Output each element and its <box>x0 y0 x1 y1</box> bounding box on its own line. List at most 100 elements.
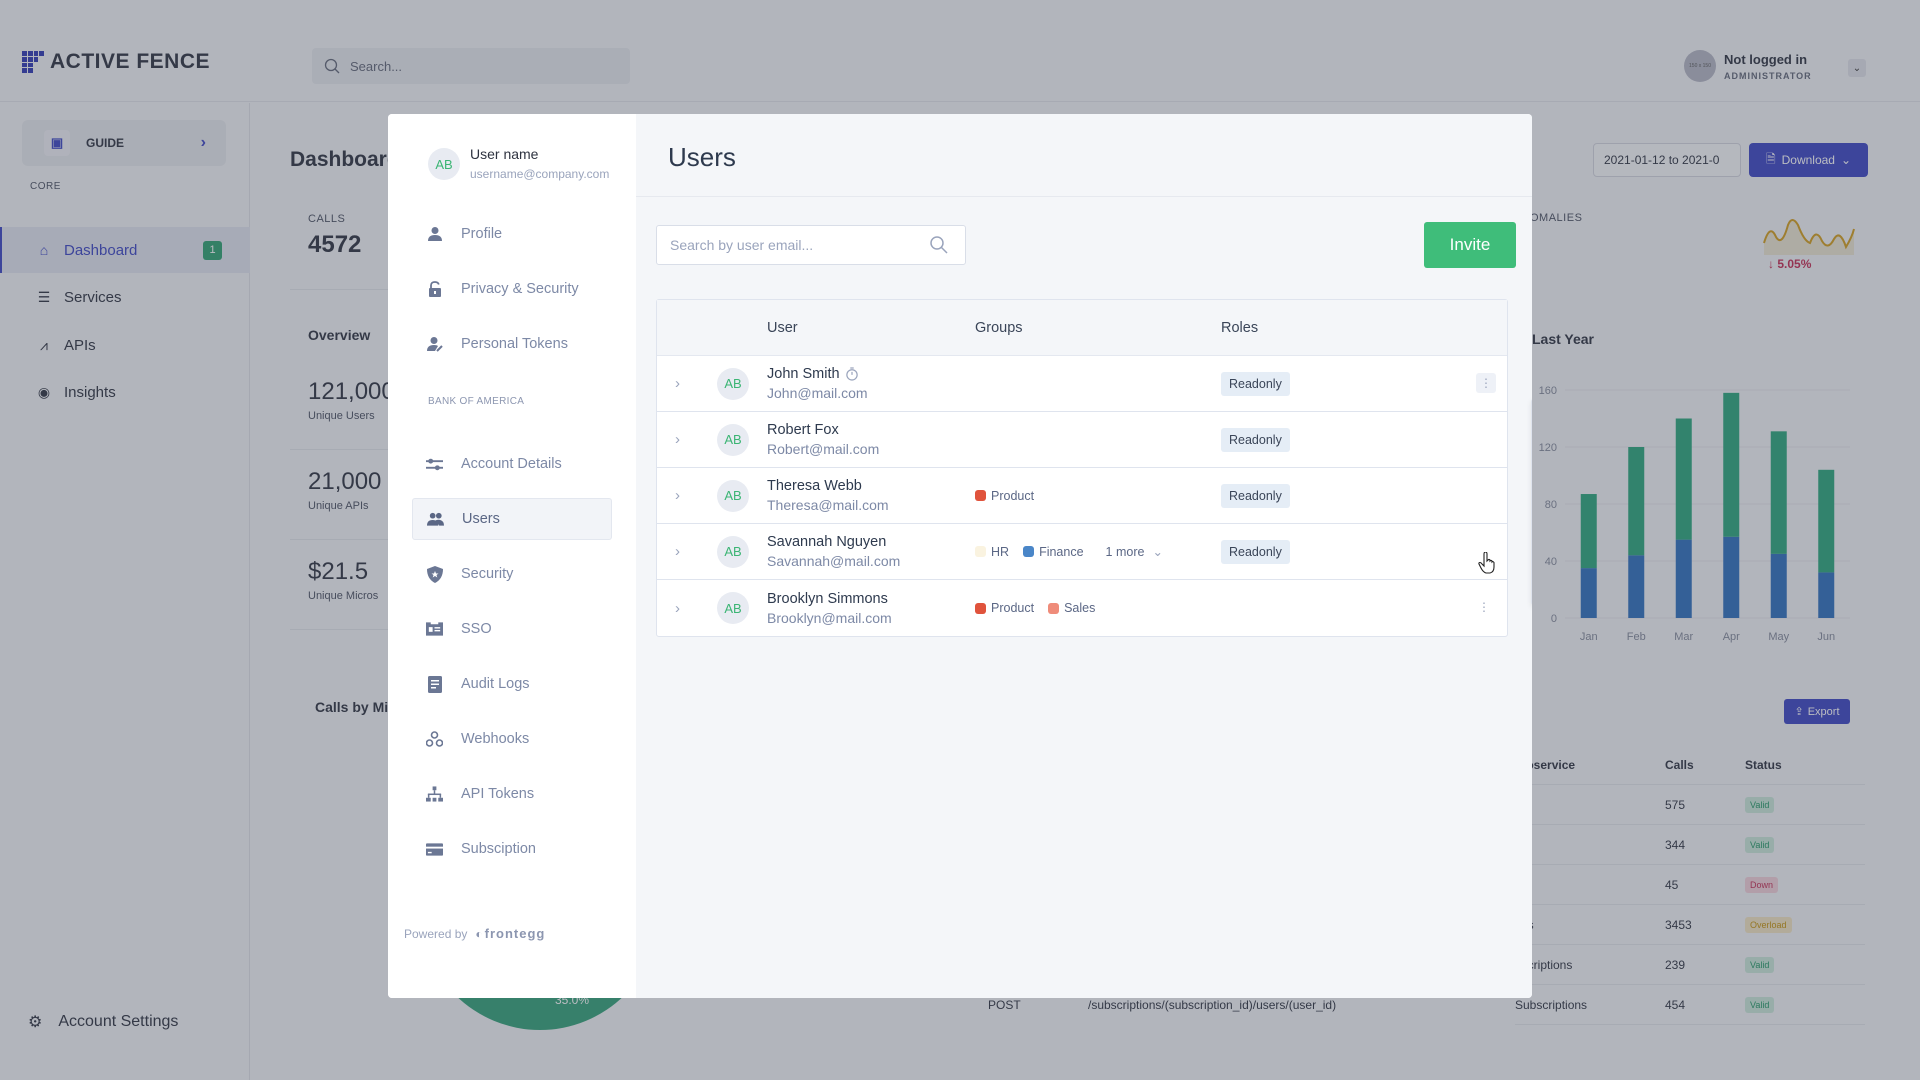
group-tag: Product <box>975 489 1034 503</box>
settings-nav-api-tokens[interactable]: API Tokens <box>412 773 612 815</box>
credit-card-icon <box>426 841 443 858</box>
settings-nav-personal-tokens[interactable]: Personal Tokens <box>412 323 612 365</box>
user-email: John@mail.com <box>767 385 868 401</box>
user-name: Theresa Webb <box>767 478 862 494</box>
table-header: User Groups Roles <box>657 300 1507 356</box>
hierarchy-icon <box>426 786 443 803</box>
group-tag: HR <box>975 545 1009 559</box>
settings-nav-privacy-security[interactable]: Privacy & Security <box>412 268 612 310</box>
settings-modal: AB User name username@company.com Profil… <box>388 114 1532 998</box>
group-color-dot <box>1048 602 1060 614</box>
sliders-icon <box>426 456 443 473</box>
nav-label: Personal Tokens <box>461 336 568 352</box>
table-row[interactable]: › AB Robert Fox Robert@mail.com Readonly <box>657 412 1507 468</box>
column-header-user: User <box>767 319 798 336</box>
table-row[interactable]: › AB Theresa Webb Theresa@mail.com Produc… <box>657 468 1507 524</box>
nav-label: Security <box>461 566 514 582</box>
user-email: username@company.com <box>470 167 610 181</box>
nav-label: Profile <box>461 226 503 242</box>
sso-icon <box>426 621 443 638</box>
users-table: User Groups Roles › AB John Smith John@ma… <box>656 299 1508 637</box>
powered-by-label: Powered by <box>404 926 468 941</box>
nav-label: Privacy & Security <box>461 281 579 297</box>
user-email: Brooklyn@mail.com <box>767 609 892 626</box>
avatar: AB <box>717 423 749 456</box>
role-badge: Readonly <box>1221 483 1290 508</box>
table-row[interactable]: › AB Savannah Nguyen Savannah@mail.com HR… <box>657 524 1507 580</box>
role-badge: Readonly <box>1221 427 1290 452</box>
user-email: Savannah@mail.com <box>767 553 901 569</box>
settings-nav-users[interactable]: Users <box>412 498 612 540</box>
settings-sidebar: AB User name username@company.com Profil… <box>388 114 636 998</box>
avatar: AB <box>717 592 749 624</box>
column-header-groups: Groups <box>975 319 1023 336</box>
row-actions-button[interactable]: ⋮ <box>1478 600 1490 614</box>
chevron-right-icon: › <box>675 431 680 448</box>
column-header-roles: Roles <box>1221 319 1259 336</box>
group-tag: Sales <box>1048 601 1095 615</box>
search-placeholder: Search by user email... <box>670 237 814 253</box>
nav-label: Webhooks <box>461 731 530 747</box>
avatar: AB <box>717 367 749 400</box>
lock-icon <box>426 281 443 298</box>
avatar: AB <box>717 479 749 512</box>
group-name: Product <box>991 488 1035 503</box>
roles-cell: Readonly <box>1221 539 1507 564</box>
more-groups-label: 1 more <box>1105 544 1145 559</box>
expand-row-button[interactable]: › <box>657 431 717 448</box>
more-vertical-icon: ⋮ <box>1480 376 1492 390</box>
chevron-right-icon: › <box>675 375 680 392</box>
powered-by: Powered by ◐ frontegg <box>404 926 545 941</box>
group-name: Finance <box>1039 544 1084 559</box>
user-name: Robert Fox <box>767 422 839 438</box>
table-row[interactable]: › AB John Smith John@mail.com Readonly ⋮ <box>657 356 1507 412</box>
expand-row-button[interactable]: › <box>657 543 717 560</box>
row-actions-button[interactable]: ⋮ <box>1476 373 1496 393</box>
settings-nav-subsciption[interactable]: Subsciption <box>412 828 612 870</box>
panel-title: Users <box>668 142 736 172</box>
chevron-right-icon: › <box>675 487 680 504</box>
group-color-dot <box>975 490 986 501</box>
group-color-dot <box>975 546 986 557</box>
nav-label: Audit Logs <box>461 676 530 692</box>
invite-button[interactable]: Invite <box>1424 222 1516 268</box>
webhook-icon <box>426 731 443 748</box>
group-name: Sales <box>1064 601 1096 615</box>
chevron-down-icon: ⌄ <box>1152 545 1163 559</box>
users-icon <box>427 511 444 528</box>
settings-nav-webhooks[interactable]: Webhooks <box>412 718 612 760</box>
expand-row-button[interactable]: › <box>657 487 717 504</box>
table-row[interactable]: › AB Brooklyn Simmons Brooklyn@mail.com P… <box>657 580 1507 636</box>
hand-cursor-icon <box>1478 552 1495 574</box>
group-tag: Finance <box>1023 544 1084 559</box>
document-icon <box>426 675 443 693</box>
chevron-right-icon: › <box>675 599 680 617</box>
user-name: John Smith <box>767 366 840 382</box>
nav-label: Account Details <box>461 456 562 472</box>
shield-icon <box>426 565 443 583</box>
divider <box>636 196 1532 197</box>
nav-label: API Tokens <box>461 786 535 802</box>
avatar: AB <box>717 535 749 568</box>
settings-nav-account-details[interactable]: Account Details <box>412 443 612 485</box>
chevron-right-icon: › <box>675 543 680 560</box>
more-vertical-icon: ⋮ <box>1478 600 1490 614</box>
user-search-input[interactable]: Search by user email... <box>656 225 966 265</box>
expand-row-button[interactable]: › <box>657 600 717 617</box>
groups-cell: Product <box>975 489 1221 503</box>
account-section-label: BANK OF AMERICA <box>428 396 525 407</box>
settings-nav-audit-logs[interactable]: Audit Logs <box>412 663 612 705</box>
more-groups-toggle[interactable]: 1 more ⌄ <box>1105 544 1163 560</box>
user-key-icon <box>426 336 443 353</box>
group-color-dot <box>975 602 986 614</box>
expand-row-button[interactable]: › <box>657 375 717 392</box>
settings-nav-sso[interactable]: SSO <box>412 608 612 650</box>
role-badge: Readonly <box>1221 371 1290 396</box>
settings-nav-security[interactable]: Security <box>412 553 612 595</box>
roles-cell: Readonly <box>1221 483 1507 508</box>
settings-nav-profile[interactable]: Profile <box>412 213 612 255</box>
timer-icon <box>845 367 858 381</box>
nav-label: Subsciption <box>461 841 536 857</box>
user-name: User name <box>470 146 539 162</box>
nav-label: SSO <box>461 621 492 637</box>
